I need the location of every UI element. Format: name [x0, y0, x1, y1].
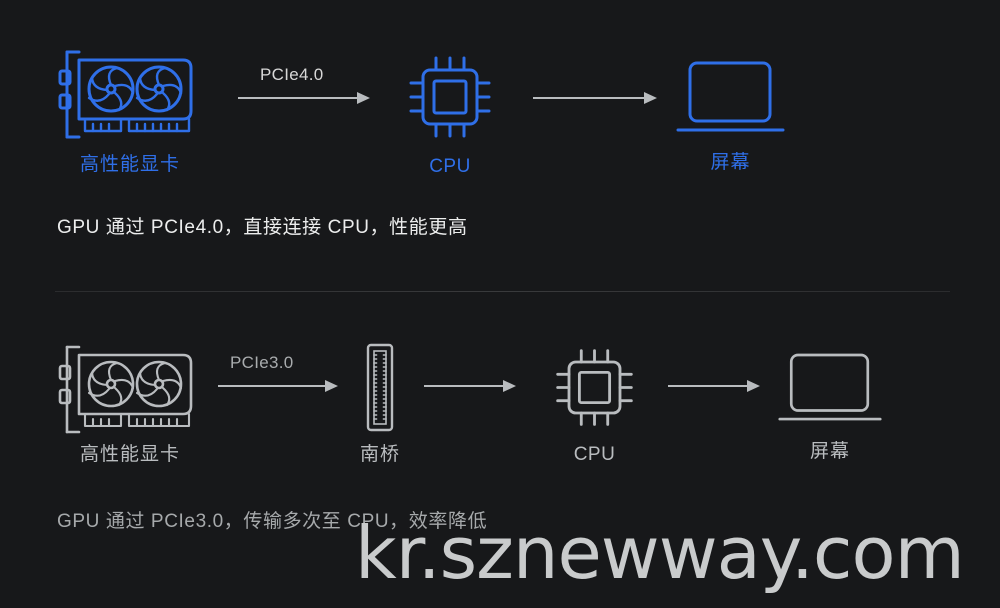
node-label-screen-top: 屏幕 [710, 152, 751, 173]
arrow-line [668, 385, 748, 387]
arrow-head [357, 92, 370, 104]
arrow-head [644, 92, 657, 104]
node-label-cpu-top: CPU [429, 156, 471, 177]
slot-connector-icon [355, 340, 405, 435]
diagram-canvas: 高性能显卡 PCIe4.0 CPU 屏幕 GPU 通过 PCIe4.0，直接连接… [0, 0, 1000, 608]
node-label-gpu-bottom: 高性能显卡 [79, 444, 181, 465]
graphics-card-icon [55, 340, 205, 440]
node-label-screen-bottom: 屏幕 [809, 441, 851, 462]
graphics-card-icon [55, 45, 205, 145]
node-gpu-bottom: 高性能显卡 [55, 340, 205, 464]
node-gpu-top: 高性能显卡 [55, 45, 205, 174]
node-screen-bottom: 屏幕 [775, 347, 885, 461]
node-label-southbridge: 南桥 [359, 444, 401, 465]
node-label-cpu-bottom: CPU [573, 444, 616, 465]
arrow-caption-pcie40: PCIe4.0 [260, 65, 324, 84]
cpu-chip-icon [405, 52, 495, 142]
arrow-line [424, 385, 504, 387]
row-caption-pcie4: GPU 通过 PCIe4.0，直接连接 CPU，性能更高 [57, 217, 468, 238]
arrow-head [503, 380, 516, 392]
node-screen-top: 屏幕 [673, 55, 788, 172]
arrow-caption-pcie30: PCIe3.0 [230, 353, 294, 372]
watermark-text: kr.sznewway.com [355, 511, 965, 595]
arrow-line [238, 97, 358, 99]
node-label-gpu-top: 高性能显卡 [79, 154, 181, 175]
section-divider [55, 291, 950, 292]
arrow-line [218, 385, 326, 387]
monitor-icon [775, 347, 885, 429]
monitor-icon [673, 55, 788, 140]
cpu-chip-icon [552, 345, 637, 430]
node-cpu-top: CPU [405, 52, 495, 176]
node-cpu-bottom: CPU [552, 345, 637, 464]
arrow-head [747, 380, 760, 392]
node-southbridge: 南桥 [355, 340, 405, 464]
arrow-line [533, 97, 645, 99]
arrow-head [325, 380, 338, 392]
